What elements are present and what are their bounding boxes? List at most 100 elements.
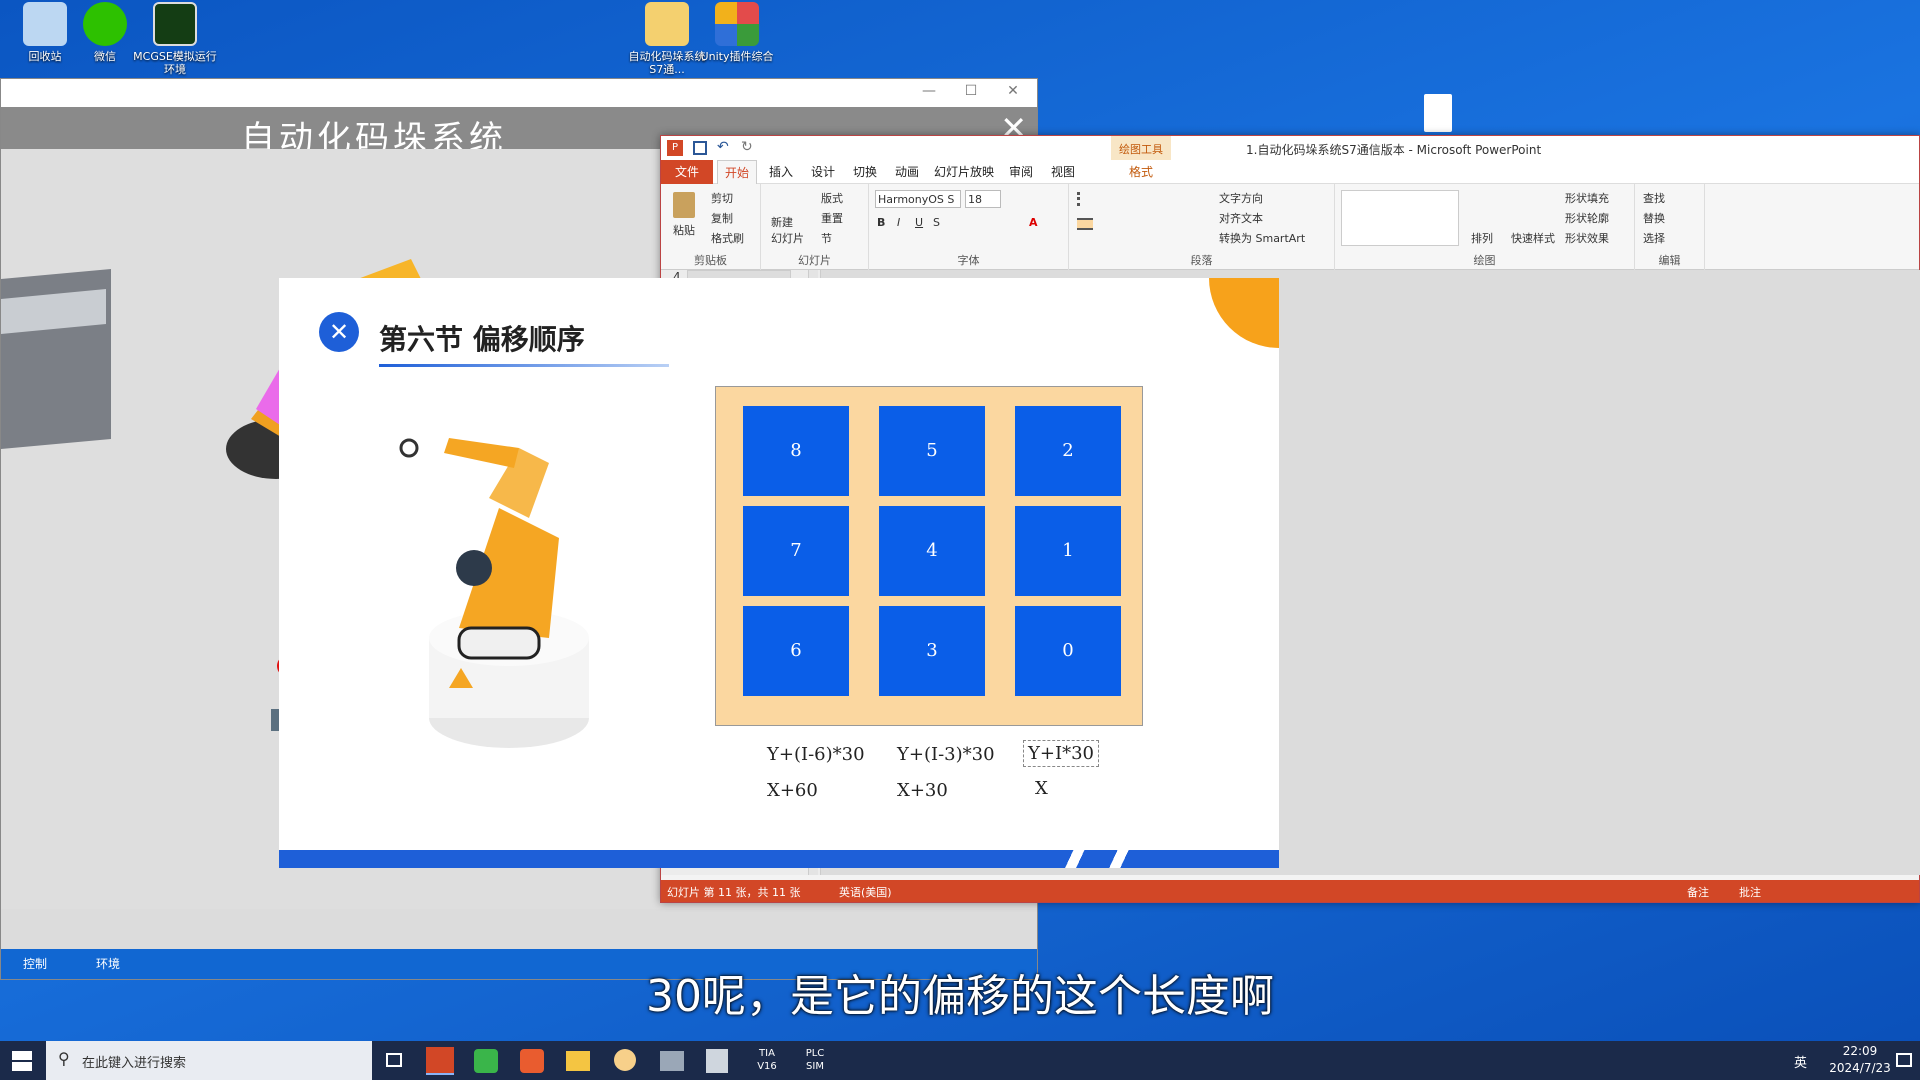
font-size-select[interactable]: 18 [965, 190, 1001, 208]
grid-cell[interactable]: 1 [1015, 506, 1121, 596]
file-explorer-icon[interactable] [566, 1051, 590, 1071]
smartart-button[interactable]: 转换为 SmartArt [1219, 230, 1305, 246]
shape-outline-button[interactable]: 形状轮廓 [1565, 210, 1609, 226]
shadow-icon[interactable]: S [933, 216, 940, 229]
slide-counter: 幻灯片 第 11 张，共 11 张 [667, 886, 801, 899]
minimize-button[interactable]: — [911, 83, 947, 99]
grid-cell[interactable]: 6 [743, 606, 849, 696]
bold-icon[interactable]: B [877, 216, 885, 229]
paste-icon [673, 192, 695, 218]
redo-icon[interactable]: ↻ [741, 139, 753, 155]
taskbar-app-icon[interactable] [520, 1049, 544, 1073]
tab-transitions[interactable]: 切换 [845, 160, 885, 184]
clock-date[interactable]: 2024/7/23 [1818, 1061, 1902, 1075]
align-text-button[interactable]: 对齐文本 [1219, 210, 1263, 226]
plcsim-icon[interactable]: PLC SIM [796, 1047, 834, 1073]
formula-y-selected[interactable]: Y+I*30 [1023, 740, 1099, 767]
save-icon[interactable] [693, 141, 707, 155]
grid-cell[interactable]: 2 [1015, 406, 1121, 496]
underline-icon[interactable]: U [915, 216, 923, 229]
clock-time[interactable]: 22:09 [1830, 1044, 1890, 1058]
slide-title: 第六节 偏移顺序 [379, 323, 585, 356]
clipboard-label: 剪贴板 [694, 254, 727, 267]
search-box[interactable]: ⚲ 在此键入进行搜索 [46, 1041, 372, 1080]
undo-icon[interactable]: ↶ [717, 139, 729, 155]
robot-illustration [399, 438, 589, 748]
font-name-select[interactable]: HarmonyOS S [875, 190, 961, 208]
grid-cell[interactable]: 8 [743, 406, 849, 496]
notes-button[interactable]: 备注 [1687, 884, 1709, 900]
font-group: HarmonyOS S 18 B I U S A 字体 [869, 184, 1069, 270]
notification-icon[interactable] [1896, 1053, 1912, 1067]
folder-icon [645, 2, 689, 46]
taskbar-app-icon[interactable] [660, 1051, 684, 1071]
grid-cell[interactable]: 4 [879, 506, 985, 596]
formula-y[interactable]: Y+(I-6)*30 [767, 744, 865, 765]
grid-cell[interactable]: 7 [743, 506, 849, 596]
comments-button[interactable]: 批注 [1739, 884, 1761, 900]
formula-x[interactable]: X [1035, 778, 1048, 799]
select-button[interactable]: 选择 [1643, 230, 1665, 246]
editing-group: 查找 替换 选择 编辑 [1635, 184, 1705, 270]
powerpoint-icon[interactable]: P [667, 140, 683, 156]
find-button[interactable]: 查找 [1643, 190, 1665, 206]
taskbar-app-icon[interactable] [614, 1049, 636, 1071]
font-color-icon[interactable]: A [1029, 216, 1038, 229]
new-slide-button[interactable]: 新建 幻灯片 [771, 214, 804, 246]
taskbar-app-icon[interactable] [474, 1049, 498, 1073]
windows-start-icon[interactable] [12, 1051, 32, 1071]
cut-button[interactable]: 剪切 [711, 190, 733, 206]
drawing-tools-context-label: 绘图工具 [1111, 136, 1171, 160]
arrange-button[interactable]: 排列 [1471, 230, 1493, 246]
wechat-icon [83, 2, 127, 46]
formula-x[interactable]: X+60 [767, 780, 818, 801]
shape-effects-button[interactable]: 形状效果 [1565, 230, 1609, 246]
close-button[interactable]: ✕ [995, 83, 1031, 99]
paragraph-group: 文字方向 对齐文本 转换为 SmartArt 段落 [1069, 184, 1335, 270]
ime-indicator[interactable]: 英 [1794, 1052, 1807, 1071]
task-view-icon[interactable] [386, 1053, 402, 1067]
document-icon[interactable] [1424, 94, 1452, 132]
tab-file[interactable]: 文件 [661, 160, 713, 184]
align-left-icon[interactable] [1077, 218, 1093, 230]
bullets-icon[interactable] [1077, 192, 1093, 206]
layout-button[interactable]: 版式 [821, 190, 843, 206]
shape-fill-button[interactable]: 形状填充 [1565, 190, 1609, 206]
shapes-gallery[interactable] [1341, 190, 1459, 246]
text-direction-button[interactable]: 文字方向 [1219, 190, 1263, 206]
tab-slideshow[interactable]: 幻灯片放映 [929, 160, 999, 184]
quick-access-toolbar: P ↶ ↻ 绘图工具 1.自动化码垛系统S7通信版本 - Microsoft P… [661, 136, 1919, 160]
replace-button[interactable]: 替换 [1643, 210, 1665, 226]
tab-home[interactable]: 开始 [717, 160, 757, 184]
ribbon: 粘贴 剪切 复制 格式刷 剪贴板 新建 幻灯片 版式 重置 节 幻灯片 Harm… [661, 184, 1919, 270]
drawing-group: 排列 快速样式 形状填充 形状轮廓 形状效果 绘图 [1335, 184, 1635, 270]
tab-view[interactable]: 视图 [1043, 160, 1083, 184]
desktop-icon-mcgs[interactable]: MCGSE模拟运行环境 [130, 2, 220, 76]
tab-design[interactable]: 设计 [803, 160, 843, 184]
tab-review[interactable]: 审阅 [1001, 160, 1041, 184]
status-bar: 幻灯片 第 11 张，共 11 张 英语(美国) 备注 批注 [661, 880, 1919, 902]
taskbar: ⚲ 在此键入进行搜索 TIA V16 PLC SIM 英 22:09 2024/… [0, 1041, 1920, 1080]
formula-y[interactable]: Y+(I-3)*30 [897, 744, 995, 765]
italic-icon[interactable]: I [897, 216, 900, 229]
grid-cell[interactable]: 3 [879, 606, 985, 696]
desktop-icon-unity[interactable]: Unity插件综合 [692, 2, 782, 63]
slide[interactable]: ✕ 第六节 偏移顺序 8 5 2 7 4 1 6 3 0 Y+(I-6)*30 … [279, 278, 1279, 868]
formula-x[interactable]: X+30 [897, 780, 948, 801]
tab-insert[interactable]: 插入 [761, 160, 801, 184]
tab-animations[interactable]: 动画 [887, 160, 927, 184]
section-button[interactable]: 节 [821, 230, 832, 246]
taskbar-app-icon[interactable] [706, 1049, 728, 1073]
reset-button[interactable]: 重置 [821, 210, 843, 226]
taskbar-powerpoint-icon[interactable] [426, 1047, 454, 1075]
language-indicator[interactable]: 英语(美国) [839, 884, 892, 900]
maximize-button[interactable]: ☐ [953, 83, 989, 99]
paste-button[interactable]: 粘贴 [673, 222, 695, 238]
grid-cell[interactable]: 5 [879, 406, 985, 496]
format-painter-button[interactable]: 格式刷 [711, 230, 744, 246]
grid-cell[interactable]: 0 [1015, 606, 1121, 696]
copy-button[interactable]: 复制 [711, 210, 733, 226]
tia-portal-icon[interactable]: TIA V16 [748, 1047, 786, 1073]
quick-styles-button[interactable]: 快速样式 [1511, 230, 1555, 246]
tab-format[interactable]: 格式 [1111, 160, 1171, 184]
